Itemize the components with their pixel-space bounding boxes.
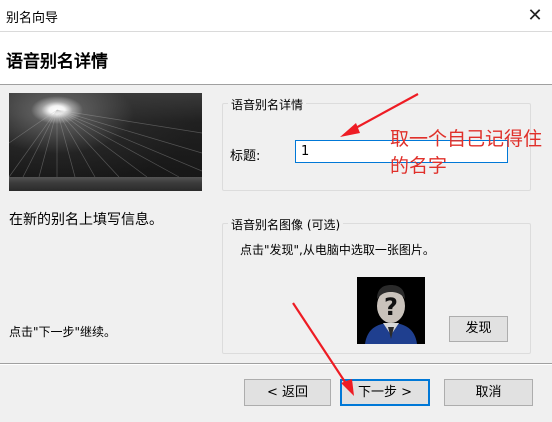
- footer-divider-highlight: [0, 364, 552, 365]
- wizard-header: 语音别名详情: [0, 31, 552, 85]
- back-button[interactable]: < 返回: [244, 379, 331, 406]
- title-bar: 别名向导 ✕: [0, 0, 552, 31]
- image-group-legend: 语音别名图像 (可选): [228, 216, 344, 233]
- next-hint-text: 点击"下一步"继续。: [9, 325, 117, 339]
- wizard-banner-image: [9, 93, 202, 191]
- banner-floor: [9, 177, 202, 191]
- page-title: 语音别名详情: [6, 52, 108, 72]
- window-title: 别名向导: [6, 11, 59, 26]
- title-label: 标题:: [230, 149, 261, 164]
- annotation-text: 取一个自己记得住的名字: [390, 128, 543, 177]
- svg-text:?: ?: [384, 293, 398, 321]
- close-icon[interactable]: ✕: [520, 3, 550, 28]
- cancel-button[interactable]: 取消: [444, 379, 533, 406]
- details-group-legend: 语音别名详情: [228, 96, 307, 113]
- unknown-person-avatar: ?: [357, 277, 425, 344]
- image-hint-text: 点击"发现",从电脑中选取一张图片。: [240, 243, 435, 257]
- instruction-text: 在新的别名上填写信息。: [9, 212, 163, 228]
- discover-button[interactable]: 发现: [449, 316, 508, 342]
- avatar-icon: ?: [357, 277, 425, 344]
- next-button[interactable]: 下一步 >: [340, 379, 430, 406]
